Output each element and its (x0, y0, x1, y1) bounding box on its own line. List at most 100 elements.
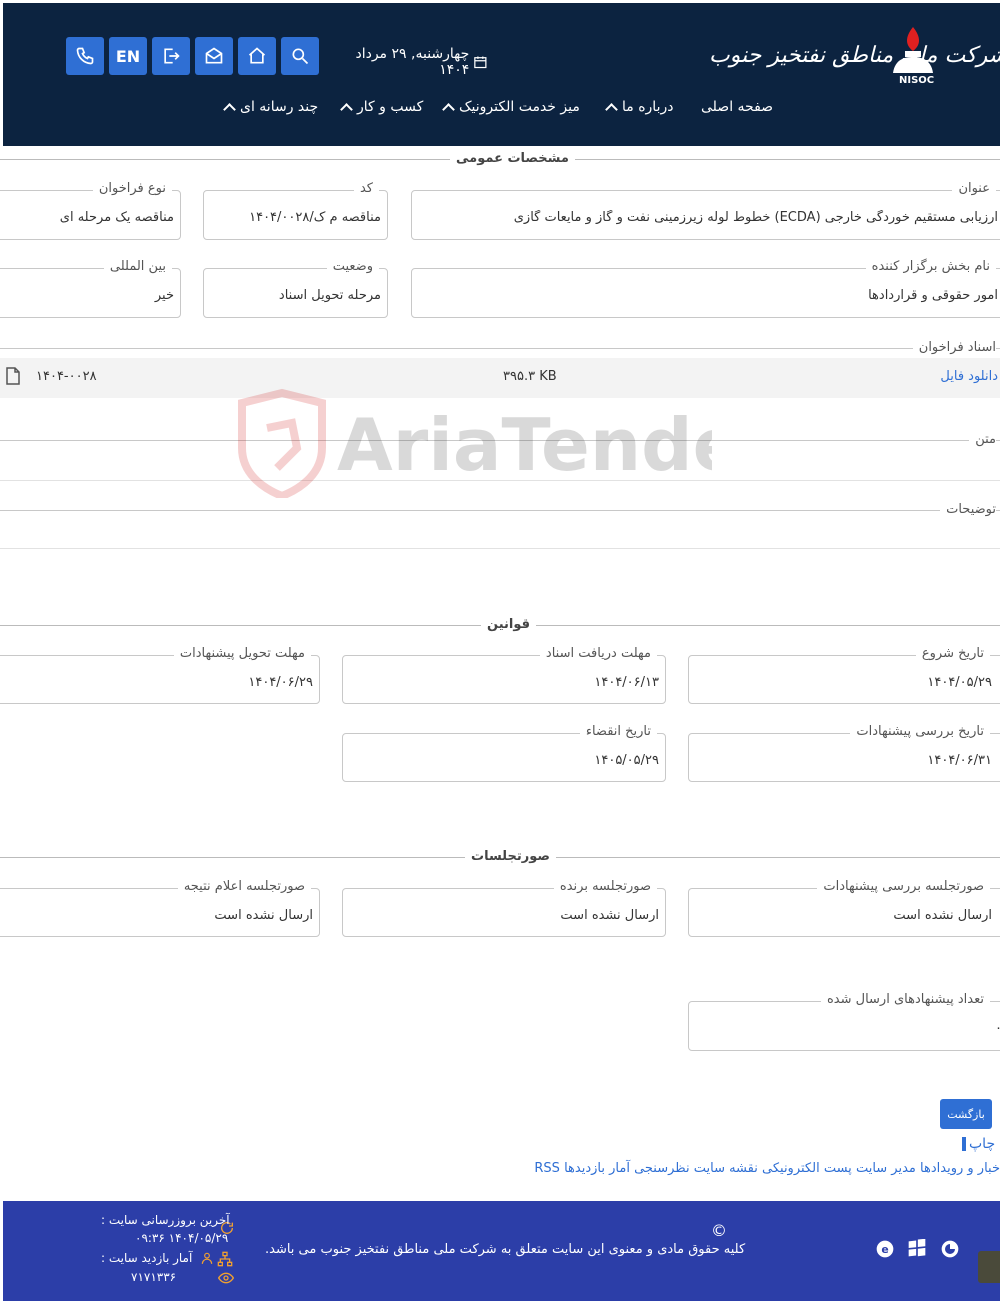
print-icon (962, 1137, 966, 1151)
last-update-value: ۱۴۰۴/۰۵/۲۹ ۰۹:۳۶ (135, 1231, 229, 1245)
nav-home-label: صفحه اصلی (701, 99, 774, 115)
field-minutes-result-value: ارسال نشده است (214, 908, 313, 923)
login-icon (164, 48, 180, 64)
link-rss[interactable]: RSS (534, 1161, 560, 1176)
calendar-icon (474, 56, 487, 69)
edge-icon[interactable]: e (875, 1239, 895, 1259)
link-webmaster[interactable]: مدیر سایت (856, 1161, 916, 1176)
field-minutes-result: صورتجلسه اعلام نتیجه ارسال نشده است (0, 879, 320, 937)
mail-icon (205, 47, 223, 64)
field-review-date: تاریخ بررسی پیشنهادات ۱۴۰۴/۰۶/۳۱ (688, 724, 1000, 782)
file-name: ۱۴۰۴-۰۰۲۸ (36, 369, 97, 384)
field-receive-deadline-label: مهلت دریافت اسناد (539, 646, 657, 661)
nav-home[interactable]: صفحه اصلی (701, 99, 773, 115)
field-deliver-deadline: مهلت تحویل پیشنهادات ۱۴۰۴/۰۶/۲۹ (0, 646, 320, 704)
nav-about-label: درباره ما (622, 99, 674, 115)
search-icon (292, 48, 309, 65)
link-email[interactable]: پست الکترونیکی (762, 1161, 852, 1176)
file-size: ۳۹۵.۳ KB (503, 369, 557, 384)
print-label: چاپ (969, 1136, 996, 1152)
field-code-value: مناقصه م ک/۱۴۰۴/۰۰۲۸ (249, 210, 381, 225)
home-icon (248, 47, 266, 64)
text-label: متن (969, 432, 996, 447)
field-title-label: عنوان (952, 181, 996, 196)
accessibility-widget-icon[interactable] (978, 1251, 1000, 1283)
sitemap-icon (217, 1251, 233, 1267)
watermark-text: AriaTender.neT (337, 403, 712, 487)
link-news[interactable]: خبار و رویدادها (920, 1161, 1000, 1176)
field-type: نوع فراخوان مناقصه یک مرحله ای (0, 181, 181, 240)
language-button[interactable]: EN (109, 37, 147, 75)
login-icon-button[interactable] (152, 37, 190, 75)
nav-business-label: کسب و کار (357, 99, 424, 115)
current-date: چهارشنبه, ۲۹ مرداد ۱۴۰۴ (333, 46, 488, 78)
field-code-label: کد (353, 181, 379, 196)
svg-text:e: e (881, 1243, 888, 1256)
browser-icon[interactable] (940, 1239, 960, 1259)
nav-about[interactable]: درباره ما (605, 99, 674, 116)
eye-icon (218, 1272, 234, 1284)
file-icon (6, 367, 20, 385)
field-start-date-label: تاریخ شروع (915, 646, 990, 661)
download-file-link[interactable]: دانلود فایل (940, 369, 998, 384)
nisoc-logo-icon[interactable] (883, 23, 943, 78)
nav-eservices[interactable]: میز خدمت الکترونیک (442, 99, 580, 116)
copyright-text: کلیه حقوق مادی و معنوی این سایت متعلق به… (265, 1242, 746, 1257)
field-title-value: ارزیابی مستقیم خوردگی خارجی (ECDA) خطوط … (513, 210, 998, 225)
date-text: چهارشنبه, ۲۹ مرداد ۱۴۰۴ (355, 46, 470, 78)
phone-icon-button[interactable] (66, 37, 104, 75)
field-bid-count-label: تعداد پیشنهادهای ارسال شده (820, 992, 990, 1007)
field-organizer-label: نام بخش برگزار کننده (865, 259, 996, 274)
field-expire-date-value: ۱۴۰۵/۰۵/۲۹ (594, 753, 659, 768)
site-footer: © کلیه حقوق مادی و معنوی این سایت متعلق … (3, 1201, 1000, 1301)
field-code: کد مناقصه م ک/۱۴۰۴/۰۰۲۸ (203, 181, 388, 240)
search-icon-button[interactable] (281, 37, 319, 75)
field-minutes-review: صورتجلسه بررسی پیشنهادات ارسال نشده است (688, 879, 1000, 937)
field-minutes-review-value: ارسال نشده است (893, 908, 992, 923)
mail-icon-button[interactable] (195, 37, 233, 75)
link-survey[interactable]: نظرسنجی (634, 1161, 690, 1176)
field-organizer: نام بخش برگزار کننده امور حقوقی و قراردا… (411, 259, 1000, 318)
nav-eservices-label: میز خدمت الکترونیک (459, 99, 580, 115)
field-review-date-label: تاریخ بررسی پیشنهادات (850, 724, 990, 739)
field-status: وضعیت مرحله تحویل اسناد (203, 259, 388, 318)
field-status-value: مرحله تحویل اسناد (278, 288, 381, 303)
docs-divider (0, 348, 1000, 349)
section-title-rules: قوانین (481, 617, 537, 632)
field-bid-count-value: ۰ (995, 1021, 1000, 1036)
visits-label: آمار بازدید سایت : (101, 1251, 193, 1265)
desc-divider (0, 510, 1000, 511)
chevron-up-icon (223, 102, 236, 116)
field-expire-date-label: تاریخ انقضاء (579, 724, 657, 739)
field-bid-count: تعداد پیشنهادهای ارسال شده ۰ (688, 992, 1000, 1051)
nav-business[interactable]: کسب و کار (340, 99, 424, 116)
field-minutes-winner-value: ارسال نشده است (560, 908, 659, 923)
copyright-symbol: © (711, 1221, 727, 1240)
watermark-logo: AriaTender.neT (238, 388, 712, 498)
link-statistics[interactable]: آمار بازدیدها (564, 1161, 630, 1176)
link-sitemap[interactable]: نقشه سایت (694, 1161, 758, 1176)
windows-icon[interactable] (907, 1239, 927, 1259)
visits-value: ۷۱۷۱۳۳۶ (131, 1270, 177, 1284)
field-start-date: تاریخ شروع ۱۴۰۴/۰۵/۲۹ (688, 646, 1000, 704)
chevron-up-icon (605, 102, 618, 116)
field-deliver-deadline-label: مهلت تحویل پیشنهادات (173, 646, 311, 661)
desc-bottom-divider (0, 548, 1000, 549)
phone-icon (76, 47, 94, 65)
field-type-label: نوع فراخوان (92, 181, 172, 196)
print-link[interactable]: چاپ (962, 1136, 995, 1152)
logo-text: شرکت ملی مناطق نفتخیز جنوب (709, 43, 1000, 68)
logo-abbreviation: NISOC (899, 75, 935, 86)
nav-multimedia[interactable]: چند رسانه ای (223, 99, 318, 116)
back-button[interactable]: بازگشت (940, 1099, 992, 1129)
home-icon-button[interactable] (238, 37, 276, 75)
docs-label: اسناد فراخوان (912, 340, 996, 355)
field-title: عنوان ارزیابی مستقیم خوردگی خارجی (ECDA)… (411, 181, 1000, 240)
site-header: EN چهارشنبه, ۲۹ مرداد ۱۴۰۴ شرکت ملی مناط… (3, 3, 1000, 146)
section-title-minutes: صورتجلسات (465, 849, 556, 864)
desc-label: توضیحات (940, 502, 996, 517)
field-international-label: بین المللی (103, 259, 172, 274)
field-minutes-result-label: صورتجلسه اعلام نتیجه (177, 879, 311, 894)
chevron-up-icon (340, 102, 353, 116)
last-update-label: آخرین بروزرسانی سایت : (101, 1213, 230, 1227)
